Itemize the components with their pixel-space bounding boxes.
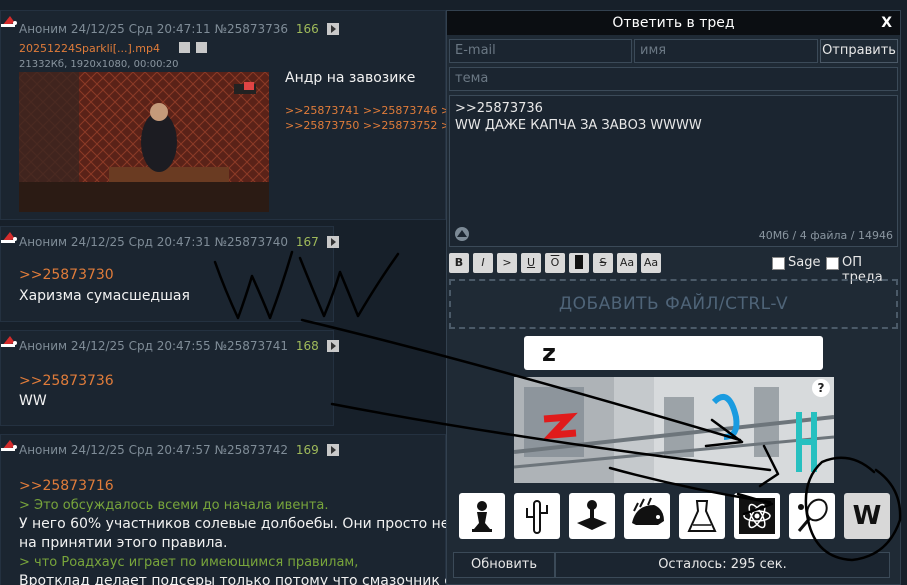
post-count: 167 [295,235,319,249]
post-count: 166 [295,22,319,36]
post-date: 24/12/25 Срд 20:47:11 [70,22,211,36]
post-25873742: Аноним 24/12/25 Срд 20:47:57 №25873742 1… [0,434,488,585]
spell-icon[interactable] [454,226,470,242]
captcha-image: ? [514,377,834,483]
post-author: Аноним [19,22,68,36]
italic-button[interactable]: I [473,253,493,273]
reply-form-title: Ответить в тред [612,15,735,31]
reply-link[interactable]: >>25873716 [19,477,488,496]
post-menu-icon[interactable] [326,340,339,352]
overline-button[interactable]: O [545,253,565,273]
atom-icon[interactable] [734,493,780,539]
dress-icon[interactable] [679,493,725,539]
strike-button[interactable]: S [593,253,613,273]
santa-hat-icon [1,231,17,243]
file-dropzone[interactable]: ДОБАВИТЬ ФАЙЛ/CTRL-V [449,279,898,329]
message-line: >>25873736 [455,101,543,116]
post-menu-icon[interactable] [326,236,339,248]
hide-file-icon[interactable] [179,42,190,53]
upload-limits: 40Мб / 4 файла / 14946 [758,229,893,242]
post-text: WW [19,393,47,409]
post-author: Аноним [19,235,68,249]
post-number[interactable]: №25873741 [214,339,288,353]
close-icon[interactable]: X [881,11,892,35]
quote-line: > что Роадхаус играет по имеющимся прави… [19,555,359,570]
refresh-captcha-button[interactable]: Обновить [453,552,555,578]
video-thumbnail[interactable] [19,72,269,212]
post-text: Андр на завозике [285,70,416,86]
post-number[interactable]: №25873736 [214,22,288,36]
post-text-line: на принятии этого правила. [19,535,228,551]
message-line: WW ДАЖЕ КАПЧА ЗА ЗАВОЗ WWWW [455,118,702,133]
tennis-racket-icon[interactable] [789,493,835,539]
post-menu-icon[interactable] [326,444,339,456]
post-menu-icon[interactable] [326,23,339,35]
post-header: Аноним 24/12/25 Срд 20:47:11 №25873736 1… [19,22,339,36]
hedgehog-icon[interactable] [624,493,670,539]
post-25873736: Аноним 24/12/25 Срд 20:47:11 №25873736 1… [0,10,480,220]
subject-field[interactable]: тема [449,67,898,91]
post-count: 169 [295,443,319,457]
post-text-line: Вротклад делает подсеры только потому чт… [19,573,488,585]
email-field[interactable]: E-mail [449,39,632,63]
santa-hat-icon [1,15,17,27]
pawn-icon[interactable] [459,493,505,539]
post-text: Харизма сумасшедшая [19,288,190,304]
post-25873741: Аноним 24/12/25 Срд 20:47:55 №25873741 1… [0,330,339,426]
post-author: Аноним [19,339,68,353]
reply-link[interactable]: >>25873736 [19,373,114,389]
post-25873740: Аноним 24/12/25 Срд 20:47:31 №25873740 1… [0,226,339,322]
reply-link[interactable]: >>25873730 [19,267,114,283]
letter-w-option[interactable]: W [844,493,890,539]
bold-button[interactable]: B [449,253,469,273]
joystick-icon[interactable] [569,493,615,539]
captcha-input[interactable]: z [524,336,823,370]
post-number[interactable]: №25873742 [214,443,288,457]
santa-hat-icon [1,335,17,347]
captcha-timer: Осталось: 295 сек. [555,552,890,578]
post-header: Аноним 24/12/25 Срд 20:47:57 №25873742 1… [19,443,339,457]
post-author: Аноним [19,443,68,457]
reply-form-titlebar[interactable]: Ответить в тред X [447,11,900,35]
sage-checkbox[interactable] [772,257,785,270]
letter-w-label: W [852,501,882,531]
sage-label: Sage [788,255,821,270]
superscript-button[interactable]: Aa [617,253,637,273]
op-checkbox[interactable] [826,257,839,270]
santa-hat-icon [1,439,17,451]
file-meta: 21332Кб, 1920x1080, 00:00:20 [19,59,179,70]
quote-line: > Это обсуждалось всеми до начала ивента… [19,498,329,513]
post-number[interactable]: №25873740 [214,235,288,249]
cactus-icon[interactable] [514,493,560,539]
file-link[interactable]: 20251224Sparkli[...].mp4 [19,42,160,55]
spoiler-button[interactable] [569,253,589,273]
name-field[interactable]: имя [634,39,818,63]
post-date: 24/12/25 Срд 20:47:31 [70,235,211,249]
post-header: Аноним 24/12/25 Срд 20:47:55 №25873741 1… [19,339,339,353]
subscript-button[interactable]: Aa [641,253,661,273]
submit-button[interactable]: Отправить [820,39,898,63]
download-icon[interactable] [196,42,208,53]
post-text-line: У него 60% участников солевые долбоебы. … [19,516,481,532]
underline-button[interactable]: U [521,253,541,273]
quote-button[interactable]: > [497,253,517,273]
post-count: 168 [295,339,319,353]
captcha-help-icon[interactable]: ? [812,379,830,397]
post-body: >>25873716 > Это обсуждалось всеми до на… [19,477,488,585]
reply-form: Ответить в тред X E-mail имя Отправить т… [446,10,901,585]
message-textarea[interactable]: >>25873736 WW ДАЖЕ КАПЧА ЗА ЗАВОЗ WWWW 4… [449,95,898,247]
post-date: 24/12/25 Срд 20:47:57 [70,443,211,457]
file-buttons [179,42,208,57]
post-header: Аноним 24/12/25 Срд 20:47:31 №25873740 1… [19,235,339,249]
post-date: 24/12/25 Срд 20:47:55 [70,339,211,353]
